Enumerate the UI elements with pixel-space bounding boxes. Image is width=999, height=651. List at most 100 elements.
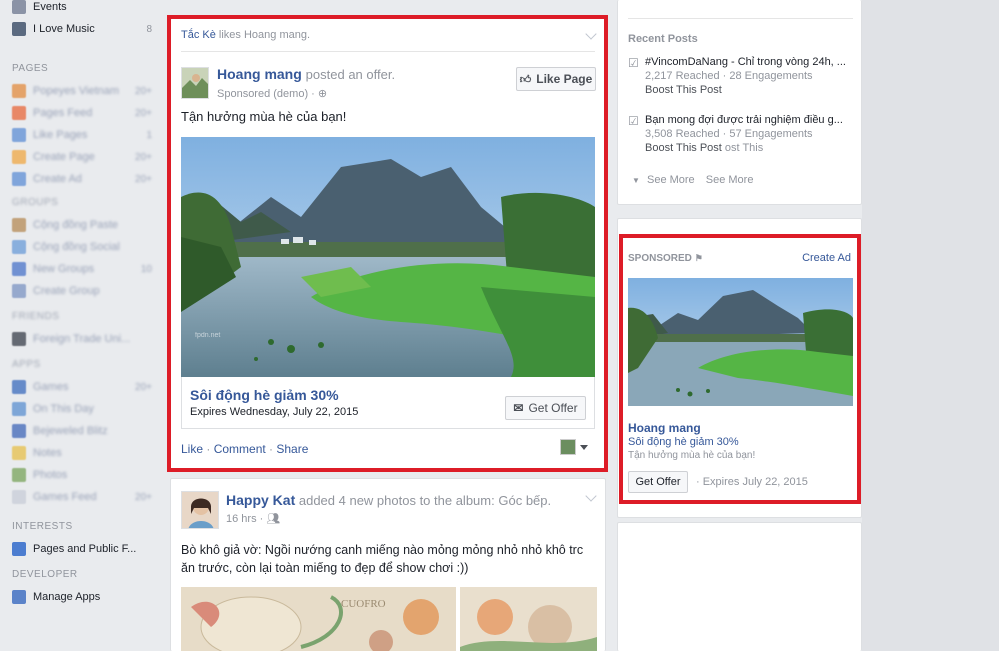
- sidebar-item-label: Photos: [33, 469, 68, 481]
- page-avatar[interactable]: [181, 67, 209, 99]
- boost-line: Boost This Post ost This: [645, 142, 858, 154]
- sponsored-label[interactable]: Sponsored (demo) ·: [217, 88, 318, 100]
- sidebar-item[interactable]: Events: [12, 0, 160, 18]
- album-photo-1[interactable]: CUOFRO: [181, 587, 456, 651]
- chevron-down-icon[interactable]: [580, 445, 588, 450]
- globe-icon: ⊕: [317, 88, 328, 100]
- get-offer-button[interactable]: ✉ Get Offer: [505, 396, 586, 420]
- actor-selector-avatar[interactable]: [560, 439, 576, 455]
- sidebar-item-label: Manage Apps: [33, 591, 101, 603]
- sidebar-item[interactable]: Notes: [12, 442, 160, 464]
- sidebar-item[interactable]: Games 20+: [12, 376, 160, 398]
- sidebar-item-count: 10: [140, 263, 152, 275]
- share-link[interactable]: Share: [276, 442, 308, 456]
- post2-header: Happy Kat added 4 new photos to the albu…: [226, 492, 586, 508]
- see-more-link-2[interactable]: See More: [706, 174, 754, 186]
- sidebar-item-icon: [12, 84, 26, 98]
- sidebar-item-icon: [12, 218, 26, 232]
- sidebar-item-label: On This Day: [33, 403, 94, 415]
- offer-expires: Expires Wednesday, July 22, 2015: [190, 406, 359, 418]
- sidebar-section-heading[interactable]: FRIENDS: [12, 306, 160, 328]
- sidebar-item[interactable]: On This Day: [12, 398, 160, 420]
- recent-post-title[interactable]: #VincomDaNang - Chỉ trong vòng 24h, ...: [645, 56, 858, 68]
- sidebar-item-count: 20+: [135, 85, 152, 97]
- sidebar-item-count: 20+: [135, 491, 152, 503]
- sidebar-item[interactable]: New Groups 10: [12, 258, 160, 280]
- sidebar-item[interactable]: Photos: [12, 464, 160, 486]
- sidebar-section-heading[interactable]: PAGES: [12, 58, 160, 80]
- sidebar-item-label: Notes: [33, 447, 62, 459]
- like-page-button[interactable]: 👍︎ Like Page: [516, 67, 596, 91]
- ad-page-name[interactable]: Hoang mang: [628, 421, 701, 435]
- album-photo-text: CUOFRO: [341, 598, 386, 610]
- sidebar-item-icon: [12, 284, 26, 298]
- offer-title[interactable]: Sôi động hè giảm 30%: [190, 387, 339, 403]
- album-link[interactable]: Góc bếp.: [498, 493, 551, 508]
- sidebar-item[interactable]: Create Group: [12, 280, 160, 302]
- sidebar-item[interactable]: Like Pages 1: [12, 124, 160, 146]
- like-link[interactable]: Like: [181, 442, 203, 456]
- recent-post-title[interactable]: Bạn mong đợi được trải nghiệm điều g...: [645, 114, 858, 126]
- ad-expires: · Expires July 22, 2015: [696, 476, 808, 488]
- post-actions: Like · Comment · Share: [181, 442, 309, 456]
- boost-post-link[interactable]: Boost This Post: [645, 84, 858, 96]
- sidebar-item[interactable]: Popeyes Vietnam 20+: [12, 80, 160, 102]
- sidebar-item[interactable]: Create Page 20+: [12, 146, 160, 168]
- sidebar-item-icon: [12, 128, 26, 142]
- sidebar-item-label: Create Group: [33, 285, 100, 297]
- story-text: likes Hoang mang.: [218, 29, 311, 41]
- sidebar-item[interactable]: Create Ad 20+: [12, 168, 160, 190]
- sidebar-item[interactable]: Pages Feed 20+: [12, 102, 160, 124]
- see-more-link[interactable]: See More: [647, 174, 695, 186]
- boost-ghost-text: ost This: [724, 142, 764, 154]
- post-action-text: posted an offer.: [305, 67, 396, 82]
- sidebar-section-heading[interactable]: INTERESTS: [12, 516, 160, 538]
- sidebar-item[interactable]: I Love Music 8: [12, 18, 160, 40]
- sidebar-item[interactable]: Bejeweled Blitz: [12, 420, 160, 442]
- friends-privacy-icon: 👥︎: [266, 513, 281, 525]
- user-avatar[interactable]: [181, 491, 219, 529]
- sidebar-item-label: Popeyes Vietnam: [33, 85, 120, 97]
- boost-post-link[interactable]: Boost This Post: [645, 142, 722, 154]
- sidebar-item-icon: [12, 542, 26, 556]
- sidebar-item[interactable]: Cộng đồng Social: [12, 236, 160, 258]
- recent-post-item[interactable]: ☑ Bạn mong đợi được trải nghiệm điều g..…: [628, 114, 858, 154]
- sidebar-item-icon: [12, 402, 26, 416]
- recent-post-item[interactable]: ☑ #VincomDaNang - Chỉ trong vòng 24h, ..…: [628, 56, 858, 96]
- offer-image[interactable]: fpdn.net: [181, 137, 595, 377]
- left-sidebar: Events I Love Music 8 PAGES Popeyes Vietnam 2…: [0, 0, 160, 651]
- sidebar-item-label: Cộng đồng Paste: [33, 219, 119, 231]
- ad-message: Tận hưởng mùa hè của bạn!: [628, 450, 756, 461]
- album-photo-2[interactable]: [460, 587, 597, 651]
- divider: [628, 18, 853, 19]
- sidebar-section-heading[interactable]: APPS: [12, 354, 160, 376]
- calendar-icon: [12, 0, 26, 14]
- ad-image[interactable]: [628, 278, 853, 406]
- sidebar-section-heading[interactable]: DEVELOPER: [12, 564, 160, 586]
- triangle-down-icon: ▼: [632, 176, 640, 185]
- sidebar-item-label: Bejeweled Blitz: [33, 425, 108, 437]
- right-blank-area: [862, 0, 999, 651]
- page-name-link[interactable]: Hoang mang: [217, 66, 302, 82]
- post2-menu-chevron-icon[interactable]: [585, 490, 597, 502]
- story-actor-link[interactable]: Tắc Kè: [181, 29, 216, 41]
- user-name-link[interactable]: Happy Kat: [226, 492, 295, 508]
- post-menu-chevron-icon[interactable]: [585, 28, 597, 40]
- sidebar-item[interactable]: Manage Apps: [12, 586, 160, 608]
- ad-get-offer-button[interactable]: Get Offer: [628, 471, 688, 493]
- right-column-empty-panel: [617, 522, 862, 651]
- ad-offer[interactable]: Sôi động hè giảm 30%: [628, 436, 739, 448]
- thumbs-up-icon: 👍︎: [519, 73, 532, 86]
- post2-time[interactable]: 16 hrs ·: [226, 513, 266, 525]
- sidebar-section-heading[interactable]: GROUPS: [12, 192, 160, 214]
- sidebar-item[interactable]: Cộng đồng Paste: [12, 214, 160, 236]
- sidebar-item[interactable]: Foreign Trade Uni...: [12, 328, 160, 350]
- sidebar-item[interactable]: Games Feed 20+: [12, 486, 160, 508]
- flag-icon[interactable]: ⚑: [695, 253, 703, 263]
- sidebar-item-label: Pages and Public F...: [33, 543, 137, 555]
- post-header: Hoang mang posted an offer.: [217, 66, 395, 82]
- sidebar-item[interactable]: Pages and Public F...: [12, 538, 160, 560]
- sponsored-offer-post: Tắc Kè likes Hoang mang. Hoang mang post…: [170, 18, 606, 470]
- create-ad-link[interactable]: Create Ad: [802, 252, 851, 264]
- comment-link[interactable]: Comment: [214, 442, 266, 456]
